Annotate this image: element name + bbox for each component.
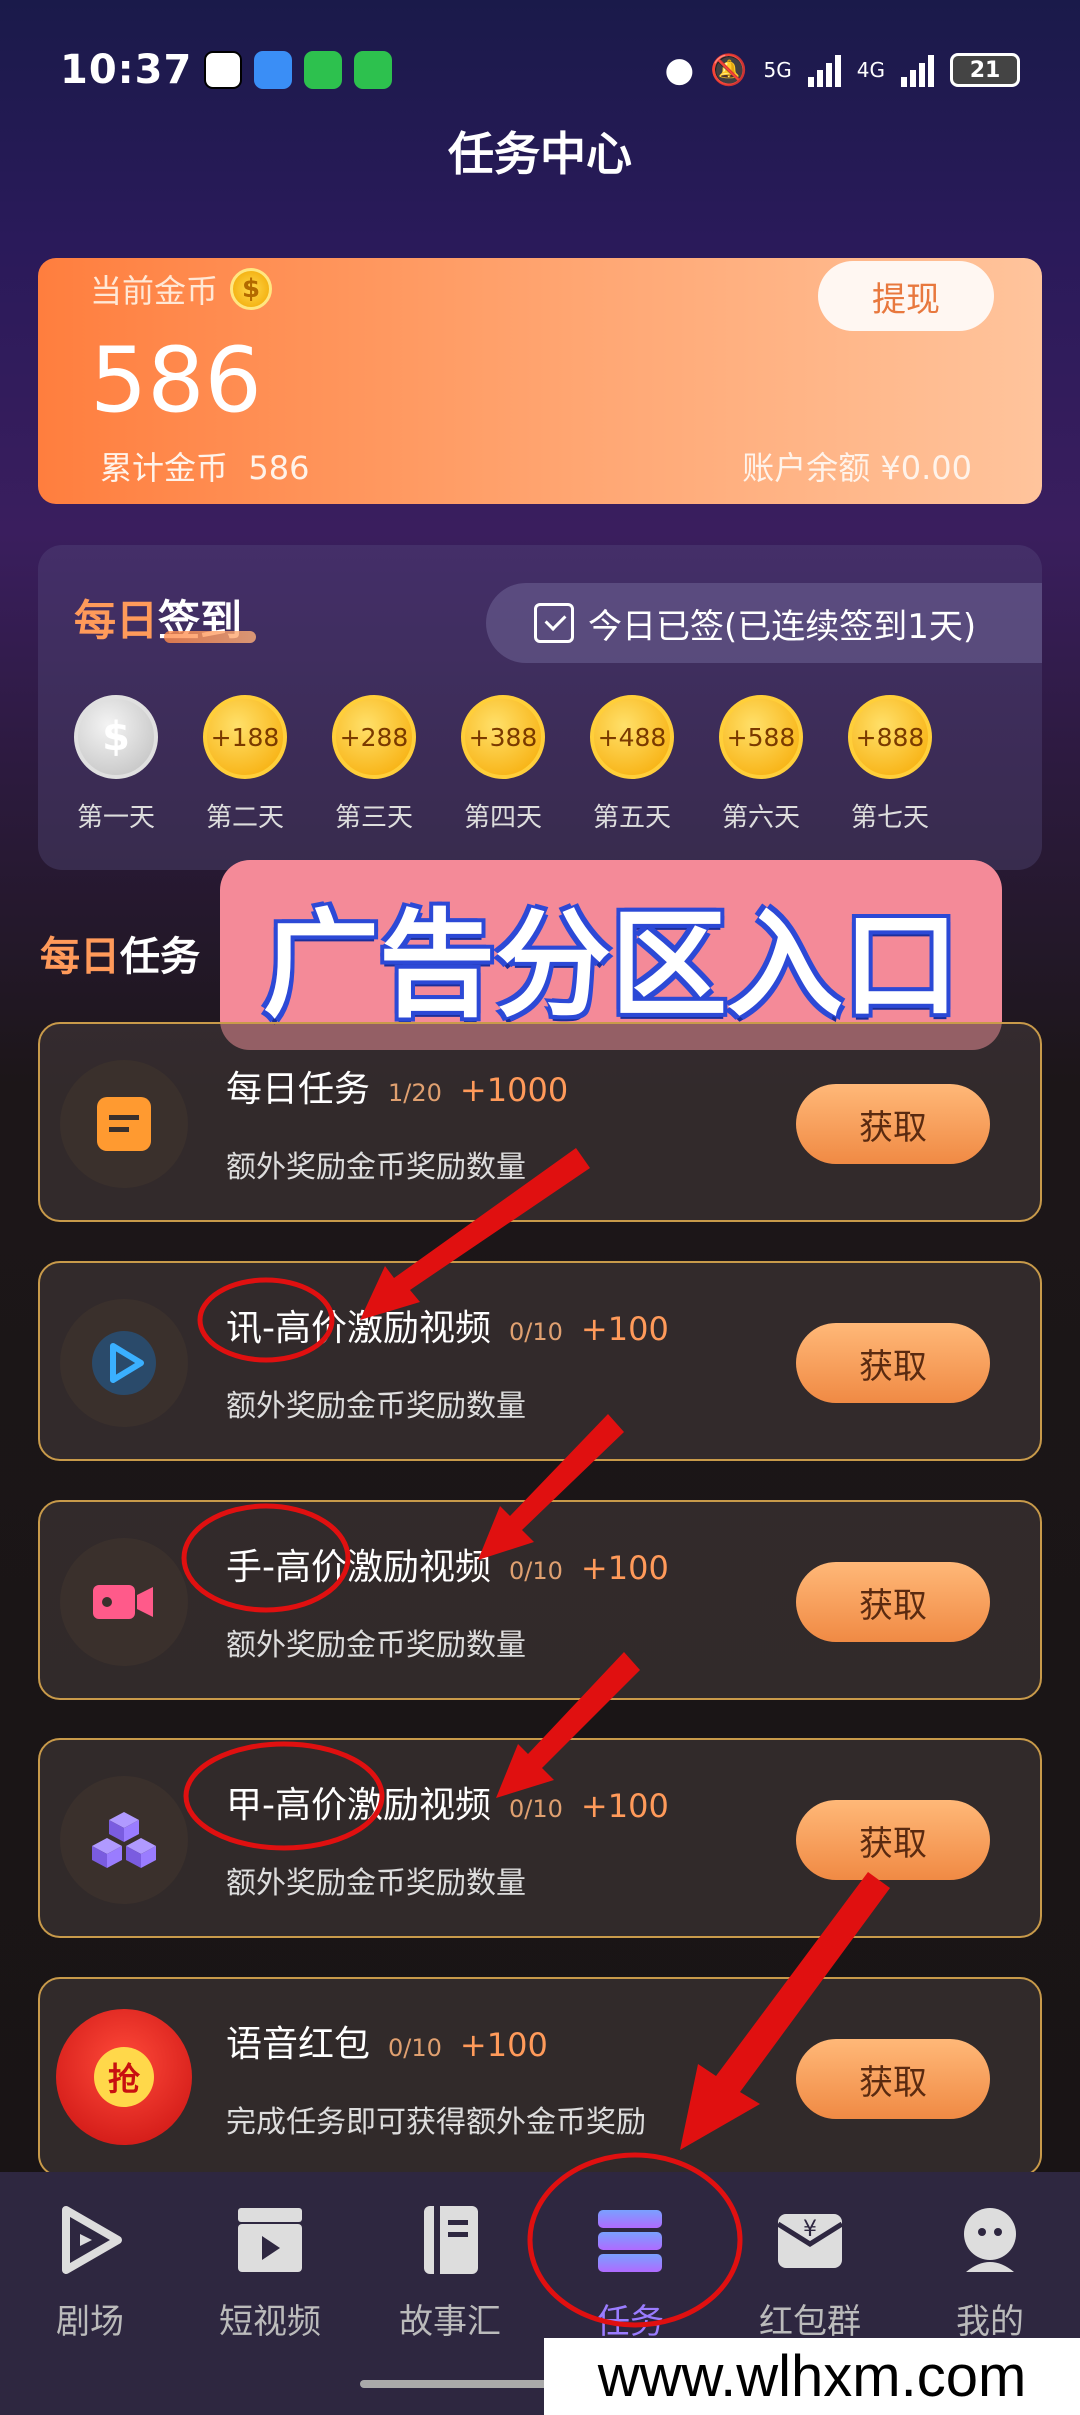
coin-icon: $ bbox=[74, 695, 158, 779]
get-button[interactable]: 获取 bbox=[796, 1084, 990, 1164]
sign-in-day[interactable]: +188 第二天 bbox=[203, 695, 287, 834]
task-desc: 额外奖励金币奖励数量 bbox=[226, 1628, 526, 1663]
tab-theater[interactable]: 剧场 bbox=[0, 2172, 180, 2415]
task-row: 讯-高价激励视频 0/10 +100 额外奖励金币奖励数量 获取 bbox=[38, 1261, 1042, 1461]
wechat-icon bbox=[354, 51, 393, 89]
sign-in-day[interactable]: +288 第三天 bbox=[332, 695, 416, 834]
task-desc: 额外奖励金币奖励数量 bbox=[226, 1866, 526, 1901]
signal-icon bbox=[901, 53, 934, 87]
tab-short-video[interactable]: 短视频 bbox=[180, 2172, 360, 2415]
net-label-4g: 4G bbox=[856, 58, 885, 82]
page-title: 任务中心 bbox=[448, 127, 632, 181]
cumulative-coins: 累计金币 586 bbox=[100, 449, 310, 487]
tasks-icon bbox=[598, 2210, 662, 2272]
coin-icon: +888 bbox=[848, 695, 932, 779]
task-name: 手-高价激励视频 bbox=[226, 1547, 491, 1588]
calendar-check-icon bbox=[534, 603, 574, 643]
current-coins-label: 当前金币 $ bbox=[90, 266, 273, 312]
task-icon bbox=[60, 1060, 188, 1188]
video-play-icon bbox=[60, 1299, 188, 1427]
get-button[interactable]: 获取 bbox=[796, 1800, 990, 1880]
get-button[interactable]: 获取 bbox=[796, 2039, 990, 2119]
coin-icon: +188 bbox=[203, 695, 287, 779]
task-count: 0/10 bbox=[509, 1318, 563, 1346]
wechat-icon bbox=[304, 51, 343, 89]
task-desc: 额外奖励金币奖励数量 bbox=[226, 1150, 526, 1185]
task-name: 甲-高价激励视频 bbox=[226, 1785, 491, 1826]
sign-in-days: $ 第一天 +188 第二天 +288 第三天 +388 第四天 +488 第五天 +58… bbox=[74, 695, 932, 834]
task-count: 0/10 bbox=[509, 1557, 563, 1585]
current-coins-value: 586 bbox=[90, 328, 262, 433]
red-packet-group-icon: ¥ bbox=[776, 2214, 844, 2268]
status-time: 10:37 bbox=[60, 47, 193, 93]
get-button[interactable]: 获取 bbox=[796, 1323, 990, 1403]
coin-icon: +488 bbox=[590, 695, 674, 779]
task-reward: +100 bbox=[459, 2026, 548, 2064]
sign-in-day[interactable]: +488 第五天 bbox=[590, 695, 674, 834]
task-row: 每日任务 1/20 +1000 额外奖励金币奖励数量 获取 bbox=[38, 1022, 1042, 1222]
task-row: 抢 语音红包 0/10 +100 完成任务即可获得额外金币奖励 获取 bbox=[38, 1977, 1042, 2177]
sign-in-day[interactable]: $ 第一天 bbox=[74, 695, 158, 834]
daily-tasks-title: 每日任务 bbox=[40, 934, 200, 980]
task-reward: +100 bbox=[580, 1310, 669, 1348]
task-reward: +1000 bbox=[459, 1071, 569, 1109]
profile-icon bbox=[964, 2208, 1016, 2272]
sign-in-status: 今日已签(已连续签到1天) bbox=[486, 583, 1042, 663]
signal-icon bbox=[807, 53, 841, 87]
coin-icon: +388 bbox=[461, 695, 545, 779]
coin-card: 当前金币 $ 586 累计金币 586 账户余额 ¥0.00 提现 bbox=[38, 258, 1042, 504]
task-name: 语音红包 bbox=[226, 2024, 371, 2065]
book-icon bbox=[424, 2206, 478, 2274]
qq-icon bbox=[204, 51, 243, 89]
camera-icon bbox=[60, 1538, 188, 1666]
sign-in-day[interactable]: +888 第七天 bbox=[848, 695, 932, 834]
svg-text:¥: ¥ bbox=[803, 2217, 817, 2242]
get-button[interactable]: 获取 bbox=[796, 1562, 990, 1642]
location-icon: ● bbox=[664, 50, 695, 90]
status-bar: 10:37 ● 🔕 5G 4G 21 bbox=[60, 40, 1020, 100]
account-balance: 账户余额 ¥0.00 bbox=[742, 449, 972, 487]
cubes-icon bbox=[60, 1776, 188, 1904]
mute-icon: 🔕 bbox=[710, 52, 748, 88]
coin-icon: +288 bbox=[332, 695, 416, 779]
clapboard-icon bbox=[238, 2208, 302, 2272]
task-count: 0/10 bbox=[388, 2034, 442, 2062]
red-packet-icon: 抢 bbox=[56, 2009, 192, 2145]
withdraw-button[interactable]: 提现 bbox=[818, 261, 994, 331]
net-label-5g: 5G bbox=[763, 58, 792, 82]
task-count: 1/20 bbox=[388, 1079, 442, 1107]
task-row: 甲-高价激励视频 0/10 +100 额外奖励金币奖励数量 获取 bbox=[38, 1738, 1042, 1938]
task-reward: +100 bbox=[580, 1549, 669, 1587]
theater-icon bbox=[62, 2206, 122, 2274]
tab-stories[interactable]: 故事汇 bbox=[360, 2172, 540, 2415]
sign-in-day[interactable]: +388 第四天 bbox=[461, 695, 545, 834]
coin-icon: +588 bbox=[719, 695, 803, 779]
message-icon bbox=[254, 51, 293, 89]
sign-in-day[interactable]: +588 第六天 bbox=[719, 695, 803, 834]
task-row: 手-高价激励视频 0/10 +100 额外奖励金币奖励数量 获取 bbox=[38, 1500, 1042, 1700]
watermark: www.wlhxm.com bbox=[544, 2338, 1080, 2415]
task-name: 每日任务 bbox=[226, 1069, 371, 1110]
daily-sign-in-card: 每日签到 今日已签(已连续签到1天) $ 第一天 +188 第二天 +288 第三天 … bbox=[38, 545, 1042, 870]
task-reward: +100 bbox=[580, 1787, 669, 1825]
task-desc: 额外奖励金币奖励数量 bbox=[226, 1389, 526, 1424]
task-desc: 完成任务即可获得额外金币奖励 bbox=[226, 2105, 646, 2140]
battery-icon: 21 bbox=[950, 53, 1020, 87]
sign-in-title: 每日签到 bbox=[74, 587, 256, 648]
coin-icon: $ bbox=[230, 268, 273, 310]
task-name: 讯-高价激励视频 bbox=[226, 1308, 491, 1349]
task-count: 0/10 bbox=[509, 1795, 563, 1823]
